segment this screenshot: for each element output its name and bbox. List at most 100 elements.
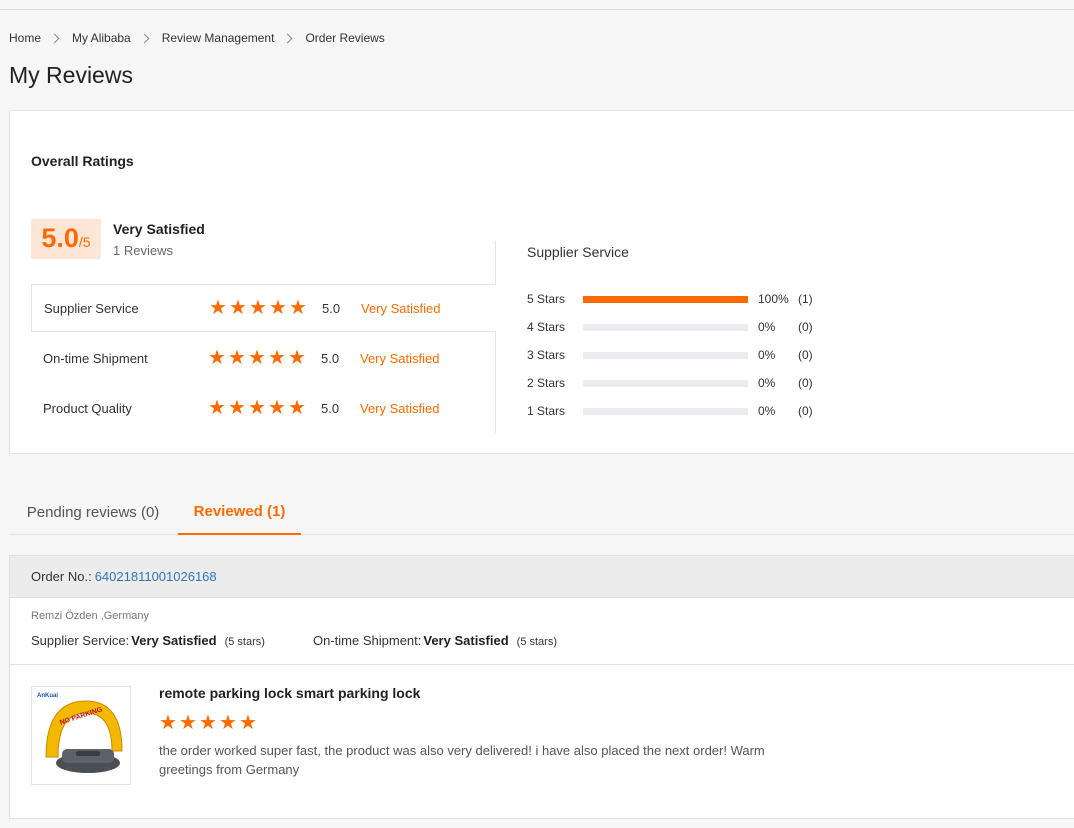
star-icon: ★ (248, 347, 266, 369)
parking-lock-image: AnKuai NO PARKING (37, 693, 123, 773)
star-icon: ★ (248, 397, 266, 419)
shipment-stars: (5 stars) (516, 636, 557, 648)
distribution-percent: 0% (758, 320, 776, 334)
shipment-value: Very Satisfied (423, 633, 509, 648)
shipment-label: On-time Shipment: (313, 633, 422, 648)
overall-review-count: 1 Reviews (113, 243, 173, 258)
distribution-label: 2 Stars (527, 376, 566, 390)
product-brand-logo: AnKuai (37, 693, 58, 699)
rating-row-supplier-service[interactable]: Supplier Service ★ ★ ★ ★ ★ 5.0 Very Satisfie… (31, 284, 496, 332)
star-icon: ★ (288, 397, 306, 419)
overall-ratings-card: Overall Ratings 5.0 /5 Very Satisfied 1 … (9, 110, 1074, 454)
review-text: the order worked super fast, the product… (159, 743, 765, 777)
supplier-service-value: Very Satisfied (131, 633, 217, 648)
distribution-row: 1 Stars 0% (0) (527, 403, 813, 419)
rating-name: On-time Shipment (43, 350, 148, 366)
distribution-row: 2 Stars 0% (0) (527, 375, 813, 391)
star-icon: ★ (289, 297, 307, 319)
rating-level: Very Satisfied (361, 300, 441, 316)
distribution-bar (583, 379, 748, 387)
breadcrumb-order-reviews: Order Reviews (305, 31, 385, 45)
rating-row-on-time-shipment[interactable]: On-time Shipment ★ ★ ★ ★ ★ 5.0 Very Satisfie… (31, 334, 496, 382)
distribution-label: 5 Stars (527, 292, 566, 306)
order-review-card: Order No.: 64021811001026168 Remzi Özden… (9, 555, 1074, 819)
distribution-row: 4 Stars 0% (0) (527, 319, 813, 335)
buyer-name: Remzi Özden ,Germany (31, 610, 149, 622)
distribution-percent: 0% (758, 404, 776, 418)
rating-stars: ★ ★ ★ ★ ★ (208, 347, 306, 369)
star-icon: ★ (269, 297, 287, 319)
rating-level: Very Satisfied (360, 400, 440, 416)
distribution-title: Supplier Service (527, 244, 629, 260)
chevron-right-icon (49, 33, 60, 43)
product-thumbnail[interactable]: AnKuai NO PARKING (31, 686, 131, 785)
top-divider (0, 9, 1074, 10)
page-title: My Reviews (9, 62, 133, 88)
tab-pending-reviews[interactable]: Pending reviews (0) (9, 490, 177, 535)
star-icon: ★ (219, 712, 237, 734)
rating-value: 5.0 (322, 300, 341, 316)
star-icon: ★ (288, 347, 306, 369)
overall-satisfaction: Very Satisfied (113, 221, 205, 237)
star-icon: ★ (239, 712, 257, 734)
star-icon: ★ (268, 347, 286, 369)
breadcrumb-my-alibaba[interactable]: My Alibaba (72, 31, 131, 45)
breadcrumb-review-management[interactable]: Review Management (162, 31, 275, 45)
star-icon: ★ (208, 347, 226, 369)
review-stars: ★ ★ ★ ★ ★ (159, 712, 257, 734)
tab-reviewed[interactable]: Reviewed (1) (178, 490, 301, 535)
distribution-row: 5 Stars 100% (1) (527, 291, 813, 307)
review-tabs: Pending reviews (0) Reviewed (1) (9, 490, 1074, 535)
star-icon: ★ (249, 297, 267, 319)
distribution-count: (0) (798, 320, 813, 334)
product-name[interactable]: remote parking lock smart parking lock (159, 685, 420, 701)
distribution-percent: 0% (758, 348, 776, 362)
order-header: Order No.: 64021811001026168 (10, 556, 1074, 598)
order-number-link[interactable]: 64021811001026168 (95, 569, 217, 584)
rating-name: Product Quality (43, 400, 132, 416)
rating-stars: ★ ★ ★ ★ ★ (208, 397, 306, 419)
supplier-service-stars: (5 stars) (224, 636, 265, 648)
star-icon: ★ (228, 347, 246, 369)
distribution-count: (0) (798, 376, 813, 390)
overall-score-badge: 5.0 /5 (31, 219, 101, 259)
distribution-bar (583, 407, 748, 415)
distribution-bar-fill (583, 295, 748, 303)
distribution-label: 1 Stars (527, 404, 566, 418)
distribution-bar (583, 295, 748, 303)
star-icon: ★ (199, 712, 217, 734)
rating-stars: ★ ★ ★ ★ ★ (209, 297, 307, 319)
star-icon: ★ (159, 712, 177, 734)
star-icon: ★ (208, 397, 226, 419)
chevron-right-icon (283, 33, 293, 43)
order-divider (10, 664, 1074, 665)
distribution-count: (0) (798, 348, 813, 362)
distribution-bar (583, 351, 748, 359)
distribution-count: (0) (798, 404, 813, 418)
distribution-label: 3 Stars (527, 348, 566, 362)
rating-row-product-quality[interactable]: Product Quality ★ ★ ★ ★ ★ 5.0 Very Satisfied (31, 384, 496, 432)
distribution-row: 3 Stars 0% (0) (527, 347, 813, 363)
overall-ratings-title: Overall Ratings (31, 153, 134, 169)
star-icon: ★ (268, 397, 286, 419)
distribution-count: (1) (798, 292, 813, 306)
distribution-percent: 100% (758, 292, 789, 306)
distribution-label: 4 Stars (527, 320, 566, 334)
chevron-right-icon (139, 33, 150, 43)
star-icon: ★ (179, 712, 197, 734)
rating-name: Supplier Service (44, 300, 139, 316)
supplier-service-label: Supplier Service: (31, 633, 130, 648)
overall-score: 5.0 (41, 223, 79, 253)
order-number-label: Order No.: (31, 569, 92, 584)
overall-score-max: /5 (78, 234, 91, 250)
star-icon: ★ (229, 297, 247, 319)
breadcrumb-home[interactable]: Home (9, 31, 41, 45)
distribution-percent: 0% (758, 376, 776, 390)
distribution-bar (583, 323, 748, 331)
breadcrumb: Home My Alibaba Review Management Order … (9, 30, 385, 46)
supplier-service-summary: Supplier Service: Very Satisfied (5 star… (31, 633, 265, 648)
shipment-summary: On-time Shipment: Very Satisfied (5 star… (313, 633, 557, 648)
rating-value: 5.0 (321, 350, 340, 366)
star-icon: ★ (209, 297, 227, 319)
rating-value: 5.0 (321, 400, 340, 416)
